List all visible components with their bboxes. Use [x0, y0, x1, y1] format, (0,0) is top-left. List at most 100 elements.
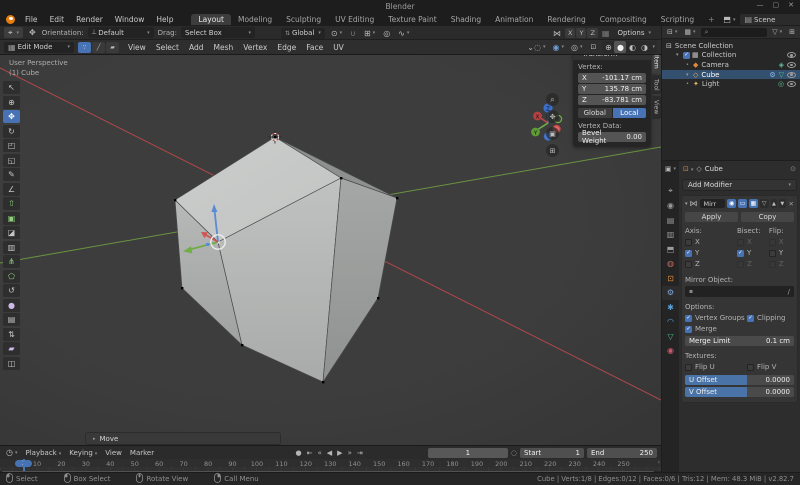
properties-tab-material[interactable]: ◉: [662, 344, 679, 359]
mirror-bisect-x-checkbox[interactable]: X: [737, 238, 769, 246]
smooth-tool[interactable]: ●: [3, 299, 20, 312]
viewport-menu-face[interactable]: Face: [301, 42, 328, 53]
outliner-row-light[interactable]: •✦Light◎: [662, 79, 800, 89]
properties-tab-output[interactable]: ▤: [662, 213, 679, 228]
move-tool[interactable]: ✥: [3, 110, 20, 123]
sidebar-tab-view[interactable]: View: [652, 96, 661, 118]
scale-tool[interactable]: ◰: [3, 139, 20, 152]
flip-u-checkbox[interactable]: Flip U: [685, 363, 747, 371]
play-button[interactable]: ▶: [335, 449, 345, 457]
menu-window[interactable]: Window: [109, 14, 151, 25]
shrink-fatten-tool[interactable]: ⇅: [3, 328, 20, 341]
vertex-z-field[interactable]: Z-83.781 cm: [578, 95, 646, 105]
end-frame-field[interactable]: End250: [587, 448, 657, 458]
timeline-editor-type-dropdown[interactable]: ◷▾: [4, 448, 20, 457]
mirror-axis-x-checkbox[interactable]: X: [685, 238, 737, 246]
mirror-axis-y-checkbox[interactable]: ✓Y: [685, 249, 737, 257]
expander-icon[interactable]: ▾: [676, 52, 683, 58]
viewport-menu-view[interactable]: View: [123, 42, 151, 53]
tweak-tool[interactable]: ↖: [3, 81, 20, 94]
global-button[interactable]: Global: [578, 108, 612, 118]
auto-keying-icon[interactable]: ◌: [511, 449, 517, 457]
modifier-realtime-toggle[interactable]: ▭: [738, 199, 747, 208]
workspace-tab-sculpting[interactable]: Sculpting: [279, 14, 328, 25]
viewport-menu-vertex[interactable]: Vertex: [238, 42, 272, 53]
proportional-falloff-dropdown[interactable]: ∿▾: [396, 29, 411, 38]
local-button[interactable]: Local: [613, 108, 647, 118]
blender-logo-icon[interactable]: [6, 15, 15, 24]
properties-tab-object-data[interactable]: ▽: [662, 329, 679, 344]
annotate-tool[interactable]: ✎: [3, 168, 20, 181]
menu-edit[interactable]: Edit: [44, 14, 71, 25]
mirror-z-toggle[interactable]: Z: [587, 28, 597, 38]
merge-limit-field[interactable]: Merge Limit 0.1 cm: [685, 336, 794, 346]
visibility-eye-icon[interactable]: [787, 81, 796, 87]
shading-solid-button[interactable]: ●: [614, 41, 626, 53]
snap-magnet-icon[interactable]: ∪: [348, 29, 358, 38]
workspace-tab-animation[interactable]: Animation: [488, 14, 540, 25]
shading-rendered-button[interactable]: ◑: [638, 41, 650, 53]
shading-material-button[interactable]: ◐: [626, 41, 638, 53]
scene-icon[interactable]: ⬒▾: [721, 15, 737, 24]
gizmos-dropdown[interactable]: ◉▾: [550, 43, 566, 52]
timeline-ruler[interactable]: 1 10203040506070809010011012013014015016…: [0, 459, 661, 467]
edge-slide-tool[interactable]: ▤: [3, 313, 20, 326]
mirror-flip-z-checkbox[interactable]: Z: [769, 260, 794, 268]
operator-panel[interactable]: ▸ Move: [85, 432, 281, 445]
visibility-eye-icon[interactable]: [787, 62, 796, 68]
modifier-editmode-toggle[interactable]: ▦: [749, 199, 758, 208]
bevel-weight-field[interactable]: Bevel Weight 0.00: [578, 132, 646, 142]
mirror-bisect-z-checkbox[interactable]: Z: [737, 260, 769, 268]
modifier-move-down-button[interactable]: ▼: [779, 199, 785, 208]
sidebar-tab-item[interactable]: Item: [652, 55, 661, 73]
jump-end-button[interactable]: ⇥: [354, 449, 365, 457]
menu-render[interactable]: Render: [70, 14, 109, 25]
properties-editor-type-dropdown[interactable]: ▣▾: [662, 161, 679, 176]
pin-icon[interactable]: ⊙: [790, 165, 796, 173]
timeline-menu-keying[interactable]: Keying▾: [65, 448, 101, 458]
measure-tool[interactable]: ∠: [3, 183, 20, 196]
rip-region-tool[interactable]: ◫: [3, 357, 20, 370]
mirror-object-field[interactable]: ▪ ∕: [685, 286, 794, 297]
mirror-x-toggle[interactable]: X: [565, 28, 575, 38]
properties-tab-object[interactable]: ⊡: [662, 271, 679, 286]
vertex-select-button[interactable]: ∵: [78, 42, 91, 53]
add-workspace-button[interactable]: +: [701, 14, 721, 25]
camera-view-button[interactable]: ▣: [546, 127, 559, 140]
expand-arrow-icon[interactable]: ▾: [685, 201, 688, 207]
zoom-button[interactable]: ⌕: [546, 93, 559, 106]
pivot-point-dropdown[interactable]: ⊙▾: [329, 29, 344, 38]
expander-icon[interactable]: •: [686, 81, 693, 87]
u-offset-slider[interactable]: U Offset 0.0000: [685, 375, 794, 385]
timeline-menu-playback[interactable]: Playback▾: [22, 448, 66, 458]
bevel-tool[interactable]: ◪: [3, 226, 20, 239]
outliner-row-scene-collection[interactable]: ⊟Scene Collection: [662, 41, 800, 51]
eyedropper-icon[interactable]: ∕: [788, 288, 790, 296]
new-collection-button[interactable]: ⊞: [787, 28, 797, 36]
poly-build-tool[interactable]: ⬠: [3, 270, 20, 283]
add-modifier-dropdown[interactable]: Add Modifier ▾: [682, 179, 797, 191]
drag-dropdown[interactable]: Select Box ▾: [181, 27, 255, 38]
snap-base-icon[interactable]: ▦: [600, 29, 612, 38]
viewport-menu-edge[interactable]: Edge: [272, 42, 301, 53]
sidebar-tab-tool[interactable]: Tool: [652, 75, 661, 95]
outliner-filter-icon[interactable]: ▽▾: [770, 28, 784, 36]
auto-key-button[interactable]: ●: [293, 449, 304, 457]
mirror-axis-z-checkbox[interactable]: Z: [685, 260, 737, 268]
shear-tool[interactable]: ▰: [3, 342, 20, 355]
orientation-dropdown[interactable]: ⟂ Default ▾: [88, 27, 154, 38]
timeline-menu-marker[interactable]: Marker: [126, 448, 158, 458]
extrude-region-tool[interactable]: ⇧: [3, 197, 20, 210]
mirror-y-toggle[interactable]: Y: [576, 28, 586, 38]
spin-tool[interactable]: ↺: [3, 284, 20, 297]
loop-cut-tool[interactable]: ▥: [3, 241, 20, 254]
mirror-bisect-y-checkbox[interactable]: ✓Y: [737, 249, 769, 257]
timeline-scroll-arrow[interactable]: ‹: [658, 459, 660, 466]
expander-icon[interactable]: •: [686, 62, 693, 68]
minimize-button[interactable]: —: [757, 1, 764, 9]
maximize-button[interactable]: ▢: [773, 1, 780, 9]
face-select-button[interactable]: ▰: [106, 42, 119, 53]
menu-file[interactable]: File: [19, 14, 44, 25]
workspace-tab-uv-editing[interactable]: UV Editing: [328, 14, 381, 25]
properties-tab-render[interactable]: ◉: [662, 199, 679, 214]
